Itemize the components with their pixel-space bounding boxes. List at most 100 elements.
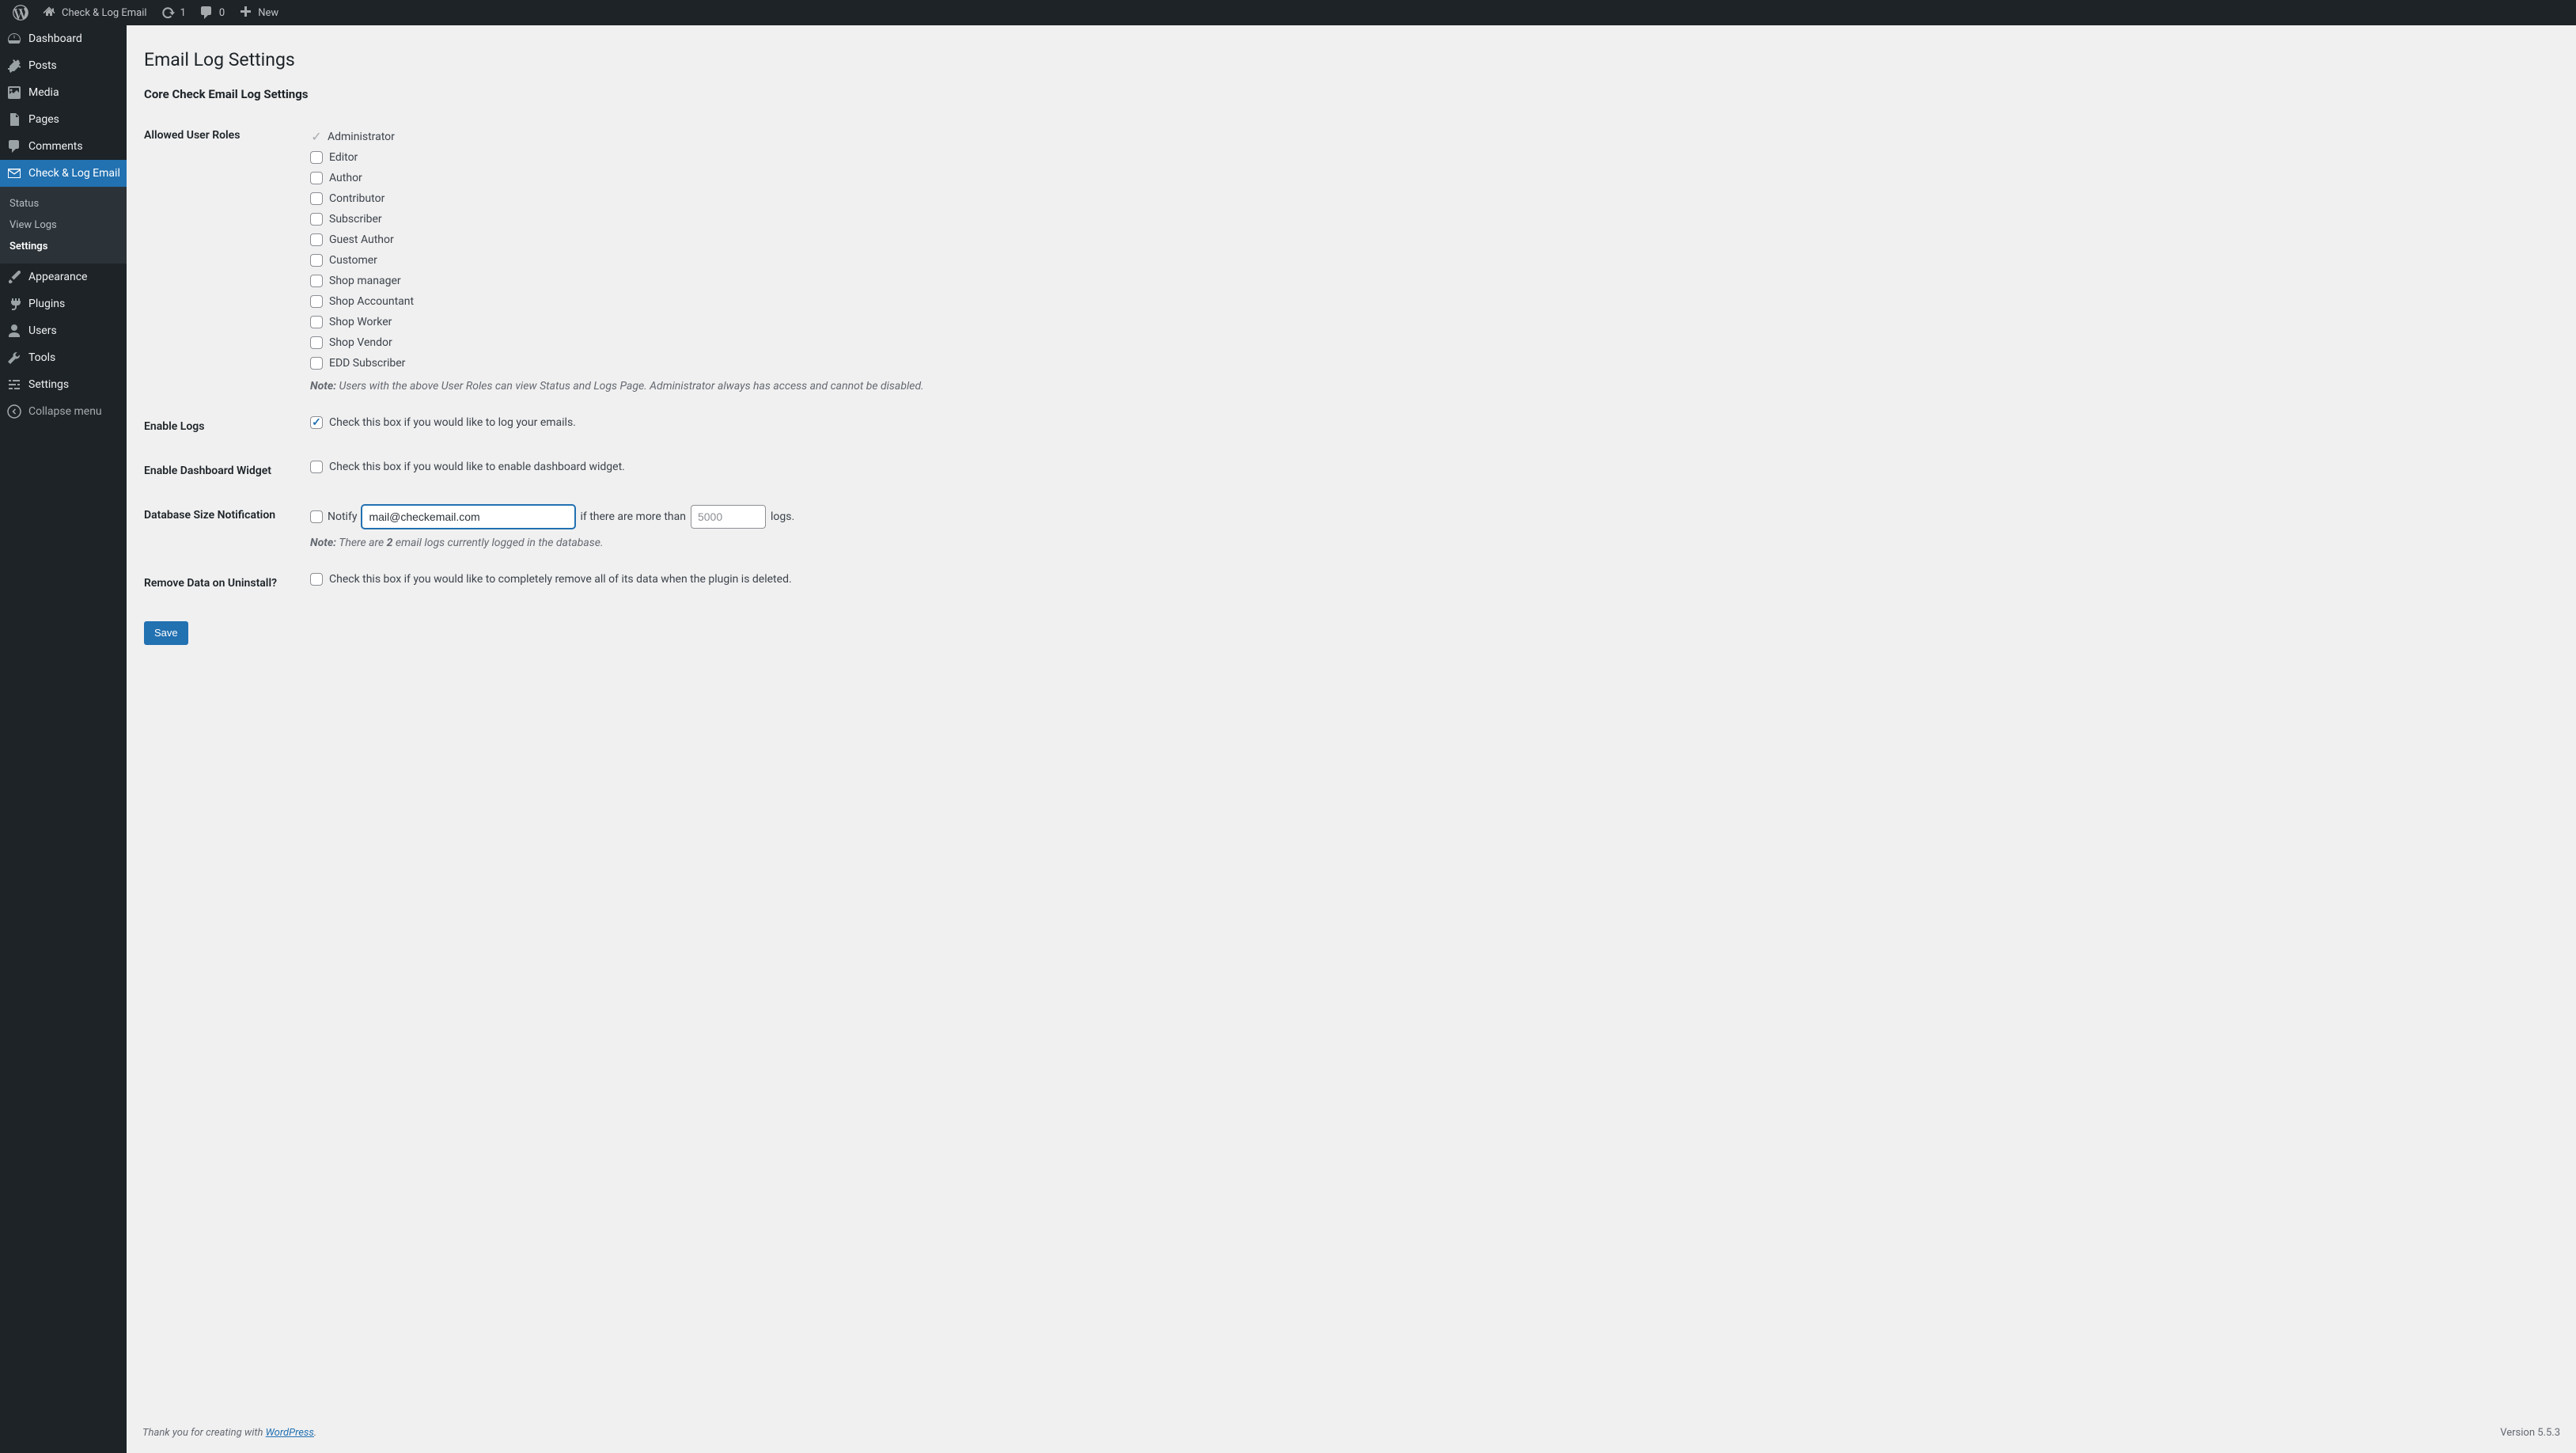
sidebar-item-plugins[interactable]: Plugins: [0, 290, 127, 317]
update-icon: [160, 5, 176, 21]
mail-icon: [6, 165, 22, 181]
media-icon: [6, 85, 22, 101]
submenu-item-view-logs[interactable]: View Logs: [0, 214, 127, 236]
enable-logs-desc: Check this box if you would like to log …: [329, 416, 576, 429]
role-label: EDD Subscriber: [329, 357, 405, 370]
settings-table: Allowed User Roles ✓ Administrator Edito…: [144, 113, 2544, 605]
role-label: Customer: [329, 254, 377, 267]
new-label: New: [258, 7, 278, 19]
user-icon: [6, 323, 22, 339]
enable-logs-checkbox[interactable]: [310, 416, 323, 429]
sidebar-item-check-log-email[interactable]: Check & Log Email: [0, 160, 127, 187]
footer-version: Version 5.5.3: [2500, 1427, 2560, 1439]
home-icon: [41, 5, 57, 21]
sidebar-item-pages[interactable]: Pages: [0, 106, 127, 133]
role-row: Shop Worker: [310, 313, 2536, 331]
wp-logo[interactable]: [6, 0, 35, 25]
main-content: Email Log Settings Core Check Email Log …: [127, 25, 2576, 1453]
role-row: EDD Subscriber: [310, 355, 2536, 372]
remove-data-desc: Check this box if you would like to comp…: [329, 573, 792, 586]
wordpress-link[interactable]: WordPress: [266, 1427, 314, 1439]
sidebar-item-dashboard[interactable]: Dashboard: [0, 25, 127, 52]
site-name-link[interactable]: Check & Log Email: [35, 0, 153, 25]
sidebar-item-label: Plugins: [28, 298, 65, 310]
db-notification-checkbox[interactable]: [310, 510, 323, 523]
sidebar-collapse[interactable]: Collapse menu: [0, 398, 127, 425]
role-checkbox[interactable]: [310, 275, 323, 287]
check-icon: ✓: [310, 129, 323, 144]
collapse-label: Collapse menu: [28, 405, 102, 418]
comment-icon: [199, 5, 214, 21]
save-button[interactable]: Save: [144, 621, 188, 645]
footer-thanks: Thank you for creating with WordPress.: [142, 1427, 316, 1439]
sidebar-item-posts[interactable]: Posts: [0, 52, 127, 79]
enable-widget-label: Enable Dashboard Widget: [144, 449, 302, 493]
role-label: Author: [329, 172, 362, 184]
admin-bar: Check & Log Email 1 0 New: [0, 0, 2576, 25]
sidebar-item-label: Settings: [28, 378, 69, 391]
sidebar-item-media[interactable]: Media: [0, 79, 127, 106]
role-row: Contributor: [310, 190, 2536, 207]
role-label: Subscriber: [329, 213, 382, 226]
role-row: Shop manager: [310, 272, 2536, 290]
sidebar-item-appearance[interactable]: Appearance: [0, 264, 127, 290]
sidebar-item-tools[interactable]: Tools: [0, 344, 127, 371]
new-content-link[interactable]: New: [231, 0, 285, 25]
pin-icon: [6, 58, 22, 74]
role-checkbox[interactable]: [310, 295, 323, 308]
remove-data-label: Remove Data on Uninstall?: [144, 561, 302, 605]
submenu-item-status[interactable]: Status: [0, 193, 127, 214]
role-checkbox[interactable]: [310, 336, 323, 349]
sidebar-item-label: Posts: [28, 59, 57, 72]
role-label: Shop Accountant: [329, 295, 414, 308]
enable-logs-label: Enable Logs: [144, 404, 302, 449]
sidebar-item-label: Tools: [28, 351, 55, 364]
plus-icon: [237, 5, 253, 21]
page-title: Email Log Settings: [144, 41, 2544, 75]
role-checkbox[interactable]: [310, 254, 323, 267]
role-checkbox[interactable]: [310, 213, 323, 226]
role-row: Author: [310, 169, 2536, 187]
admin-sidebar: Dashboard Posts Media Pages Comments Che…: [0, 25, 127, 1453]
collapse-icon: [6, 404, 22, 419]
role-row: Guest Author: [310, 231, 2536, 248]
remove-data-checkbox[interactable]: [310, 573, 323, 586]
role-label: Contributor: [329, 192, 385, 205]
role-label: Editor: [329, 151, 358, 164]
notify-threshold-input[interactable]: [691, 505, 766, 529]
sidebar-submenu: Status View Logs Settings: [0, 187, 127, 264]
role-label: Guest Author: [329, 233, 394, 246]
roles-note: Note: Users with the above User Roles ca…: [310, 380, 2536, 393]
role-checkbox[interactable]: [310, 151, 323, 164]
db-note: Note: There are 2 email logs currently l…: [310, 537, 2536, 549]
sidebar-item-label: Dashboard: [28, 32, 82, 45]
role-checkbox[interactable]: [310, 192, 323, 205]
role-checkbox[interactable]: [310, 172, 323, 184]
submenu-item-settings[interactable]: Settings: [0, 236, 127, 257]
notify-email-input[interactable]: [362, 505, 575, 529]
sidebar-item-users[interactable]: Users: [0, 317, 127, 344]
role-row: Shop Vendor: [310, 334, 2536, 351]
role-row: Customer: [310, 252, 2536, 269]
role-label: Shop Vendor: [329, 336, 392, 349]
dashboard-icon: [6, 31, 22, 47]
enable-widget-checkbox[interactable]: [310, 461, 323, 473]
wrench-icon: [6, 350, 22, 366]
site-name-label: Check & Log Email: [62, 7, 147, 19]
db-notification-label: Database Size Notification: [144, 493, 302, 561]
sidebar-item-settings[interactable]: Settings: [0, 371, 127, 398]
updates-count: 1: [180, 7, 186, 19]
sidebar-item-label: Media: [28, 86, 59, 99]
sidebar-item-comments[interactable]: Comments: [0, 133, 127, 160]
role-row: Subscriber: [310, 211, 2536, 228]
notify-middle-text: if there are more than: [580, 510, 686, 523]
role-checkbox[interactable]: [310, 316, 323, 328]
role-row: Editor: [310, 149, 2536, 166]
updates-link[interactable]: 1: [153, 0, 192, 25]
page-icon: [6, 112, 22, 127]
comments-link[interactable]: 0: [192, 0, 231, 25]
brush-icon: [6, 269, 22, 285]
allowed-roles-label: Allowed User Roles: [144, 113, 302, 404]
role-checkbox[interactable]: [310, 357, 323, 370]
role-checkbox[interactable]: [310, 233, 323, 246]
